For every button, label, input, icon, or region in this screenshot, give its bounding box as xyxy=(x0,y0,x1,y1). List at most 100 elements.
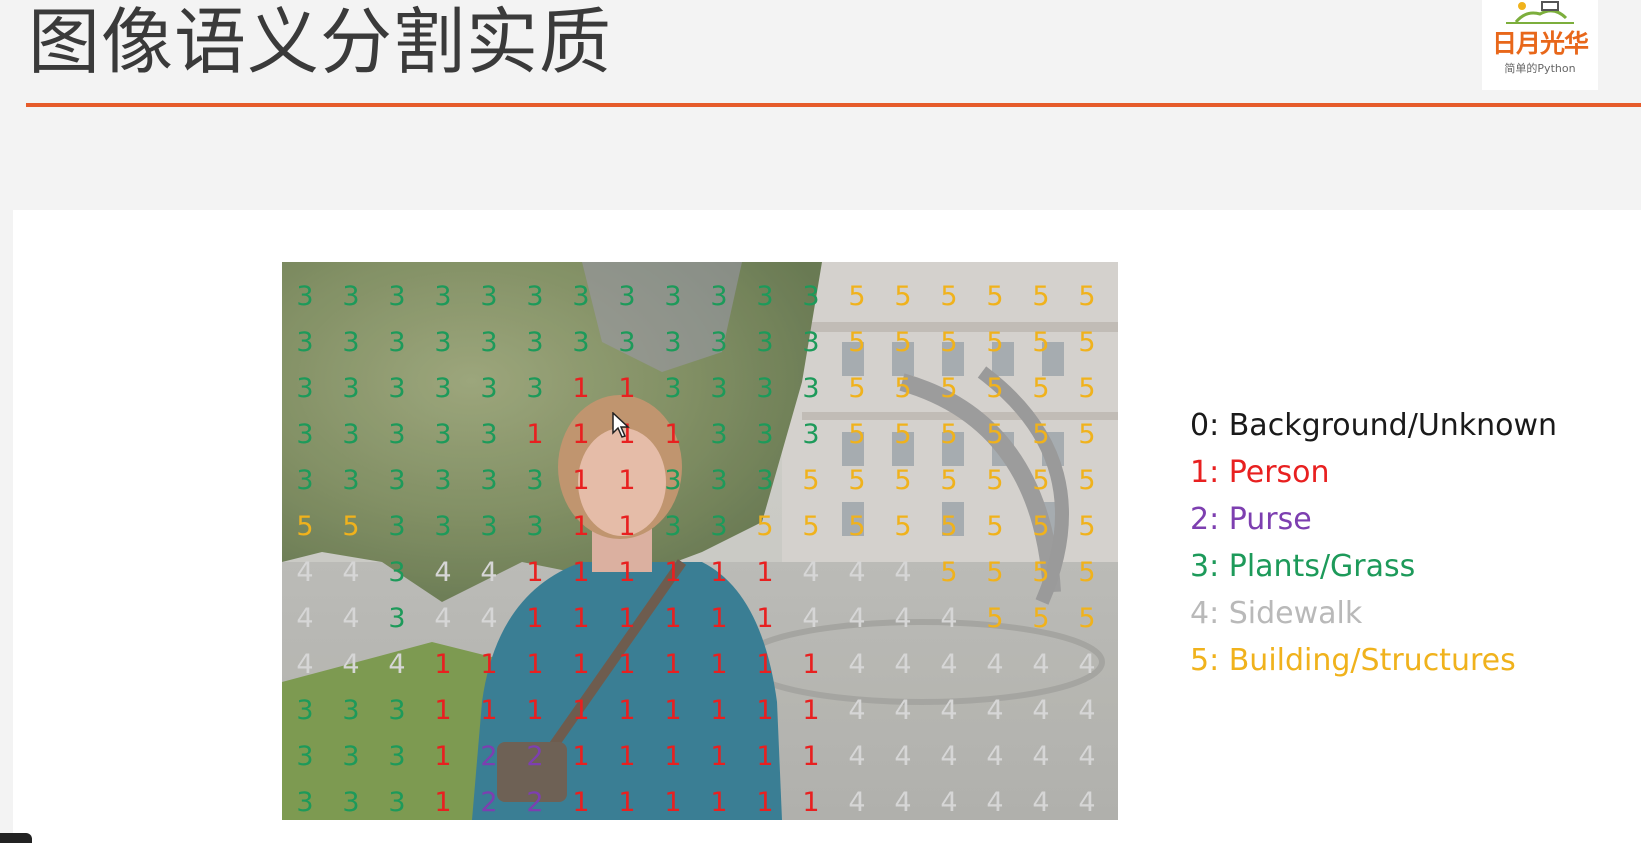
segmentation-label: 1 xyxy=(480,649,498,680)
segmentation-label: 5 xyxy=(1078,373,1096,404)
segmentation-label: 3 xyxy=(296,327,314,358)
segmentation-label: 3 xyxy=(664,465,682,496)
segmentation-label: 1 xyxy=(802,649,820,680)
logo-main-text: 日月光华 xyxy=(1491,29,1589,58)
segmentation-label: 4 xyxy=(986,649,1004,680)
segmentation-label: 3 xyxy=(710,373,728,404)
segmentation-label: 5 xyxy=(940,465,958,496)
segmentation-label: 3 xyxy=(526,327,544,358)
segmentation-label: 4 xyxy=(296,603,314,634)
segmentation-label: 4 xyxy=(342,649,360,680)
segmentation-label: 3 xyxy=(342,741,360,772)
segmentation-label: 4 xyxy=(986,787,1004,818)
segmentation-label: 1 xyxy=(526,695,544,726)
segmentation-label: 3 xyxy=(296,373,314,404)
segmentation-label: 3 xyxy=(572,327,590,358)
segmentation-label: 1 xyxy=(618,511,636,542)
segmentation-label: 5 xyxy=(894,373,912,404)
segmentation-label: 1 xyxy=(664,695,682,726)
segmentation-label: 5 xyxy=(1078,281,1096,312)
segmentation-label: 3 xyxy=(802,327,820,358)
segmentation-label: 5 xyxy=(986,419,1004,450)
segmentation-label: 4 xyxy=(1078,741,1096,772)
segmentation-label: 3 xyxy=(710,327,728,358)
segmentation-label: 4 xyxy=(342,557,360,588)
segmentation-label: 5 xyxy=(1032,603,1050,634)
segmentation-label: 1 xyxy=(572,695,590,726)
segmentation-label: 1 xyxy=(756,649,774,680)
segmentation-label: 1 xyxy=(664,603,682,634)
segmentation-label: 3 xyxy=(710,419,728,450)
segmentation-label: 4 xyxy=(1078,695,1096,726)
segmentation-label: 4 xyxy=(296,649,314,680)
segmentation-label: 3 xyxy=(526,465,544,496)
segmentation-label: 5 xyxy=(1078,557,1096,588)
segmentation-label: 1 xyxy=(664,741,682,772)
segmentation-label: 1 xyxy=(434,695,452,726)
segmentation-label: 3 xyxy=(480,419,498,450)
segmentation-label: 1 xyxy=(618,373,636,404)
segmentation-label: 5 xyxy=(940,511,958,542)
segmentation-label: 4 xyxy=(894,557,912,588)
segmentation-label: 5 xyxy=(1078,327,1096,358)
segmentation-label: 3 xyxy=(710,465,728,496)
segmentation-label: 2 xyxy=(480,741,498,772)
segmentation-label: 3 xyxy=(296,281,314,312)
legend-item-sidewalk: 4: Sidewalk xyxy=(1190,596,1363,631)
segmentation-label: 3 xyxy=(296,465,314,496)
segmentation-label: 3 xyxy=(710,511,728,542)
segmentation-label: 5 xyxy=(940,281,958,312)
segmentation-label: 5 xyxy=(1032,281,1050,312)
segmentation-label: 5 xyxy=(802,511,820,542)
segmentation-label: 5 xyxy=(802,465,820,496)
segmentation-label: 3 xyxy=(434,419,452,450)
segmentation-label: 1 xyxy=(756,741,774,772)
segmentation-label: 3 xyxy=(664,373,682,404)
segmentation-label: 3 xyxy=(388,465,406,496)
segmentation-label: 4 xyxy=(894,741,912,772)
segmentation-label: 3 xyxy=(618,327,636,358)
segmentation-label: 4 xyxy=(296,557,314,588)
segmentation-label: 3 xyxy=(388,557,406,588)
segmentation-label: 3 xyxy=(480,511,498,542)
legend-item-person: 1: Person xyxy=(1190,455,1330,490)
segmentation-label: 4 xyxy=(802,557,820,588)
segmentation-label: 4 xyxy=(940,787,958,818)
segmentation-label: 1 xyxy=(526,649,544,680)
segmentation-label: 3 xyxy=(664,327,682,358)
segmentation-label-grid: 3333333333335555553333333333335555553333… xyxy=(282,262,1118,820)
segmentation-label: 5 xyxy=(1032,557,1050,588)
logo-illustration-icon xyxy=(1506,1,1574,24)
segmentation-label: 1 xyxy=(756,557,774,588)
segmentation-label: 3 xyxy=(710,281,728,312)
segmentation-label: 1 xyxy=(710,787,728,818)
corner-tab[interactable] xyxy=(0,833,32,843)
segmentation-label: 3 xyxy=(756,465,774,496)
segmentation-label: 5 xyxy=(940,557,958,588)
segmentation-label: 5 xyxy=(342,511,360,542)
segmentation-label: 3 xyxy=(434,281,452,312)
segmentation-label: 3 xyxy=(434,327,452,358)
segmentation-label: 5 xyxy=(1032,327,1050,358)
segmentation-label: 3 xyxy=(296,741,314,772)
segmentation-label: 4 xyxy=(848,603,866,634)
brand-logo: 日月光华 简单的Python xyxy=(1482,0,1598,90)
segmentation-label: 1 xyxy=(710,741,728,772)
segmentation-label: 4 xyxy=(1078,787,1096,818)
segmentation-label: 4 xyxy=(940,741,958,772)
segmentation-label: 1 xyxy=(710,649,728,680)
segmentation-label: 1 xyxy=(572,603,590,634)
segmentation-label: 5 xyxy=(848,465,866,496)
segmentation-label: 4 xyxy=(342,603,360,634)
segmentation-label: 5 xyxy=(756,511,774,542)
segmentation-label: 1 xyxy=(664,557,682,588)
segmentation-label: 5 xyxy=(848,373,866,404)
segmentation-label: 5 xyxy=(848,419,866,450)
segmentation-label: 4 xyxy=(1032,649,1050,680)
segmentation-label: 2 xyxy=(526,787,544,818)
segmentation-label: 3 xyxy=(526,511,544,542)
segmentation-label: 1 xyxy=(480,695,498,726)
segmentation-label: 1 xyxy=(572,741,590,772)
segmentation-label: 3 xyxy=(434,511,452,542)
segmentation-label: 3 xyxy=(756,327,774,358)
